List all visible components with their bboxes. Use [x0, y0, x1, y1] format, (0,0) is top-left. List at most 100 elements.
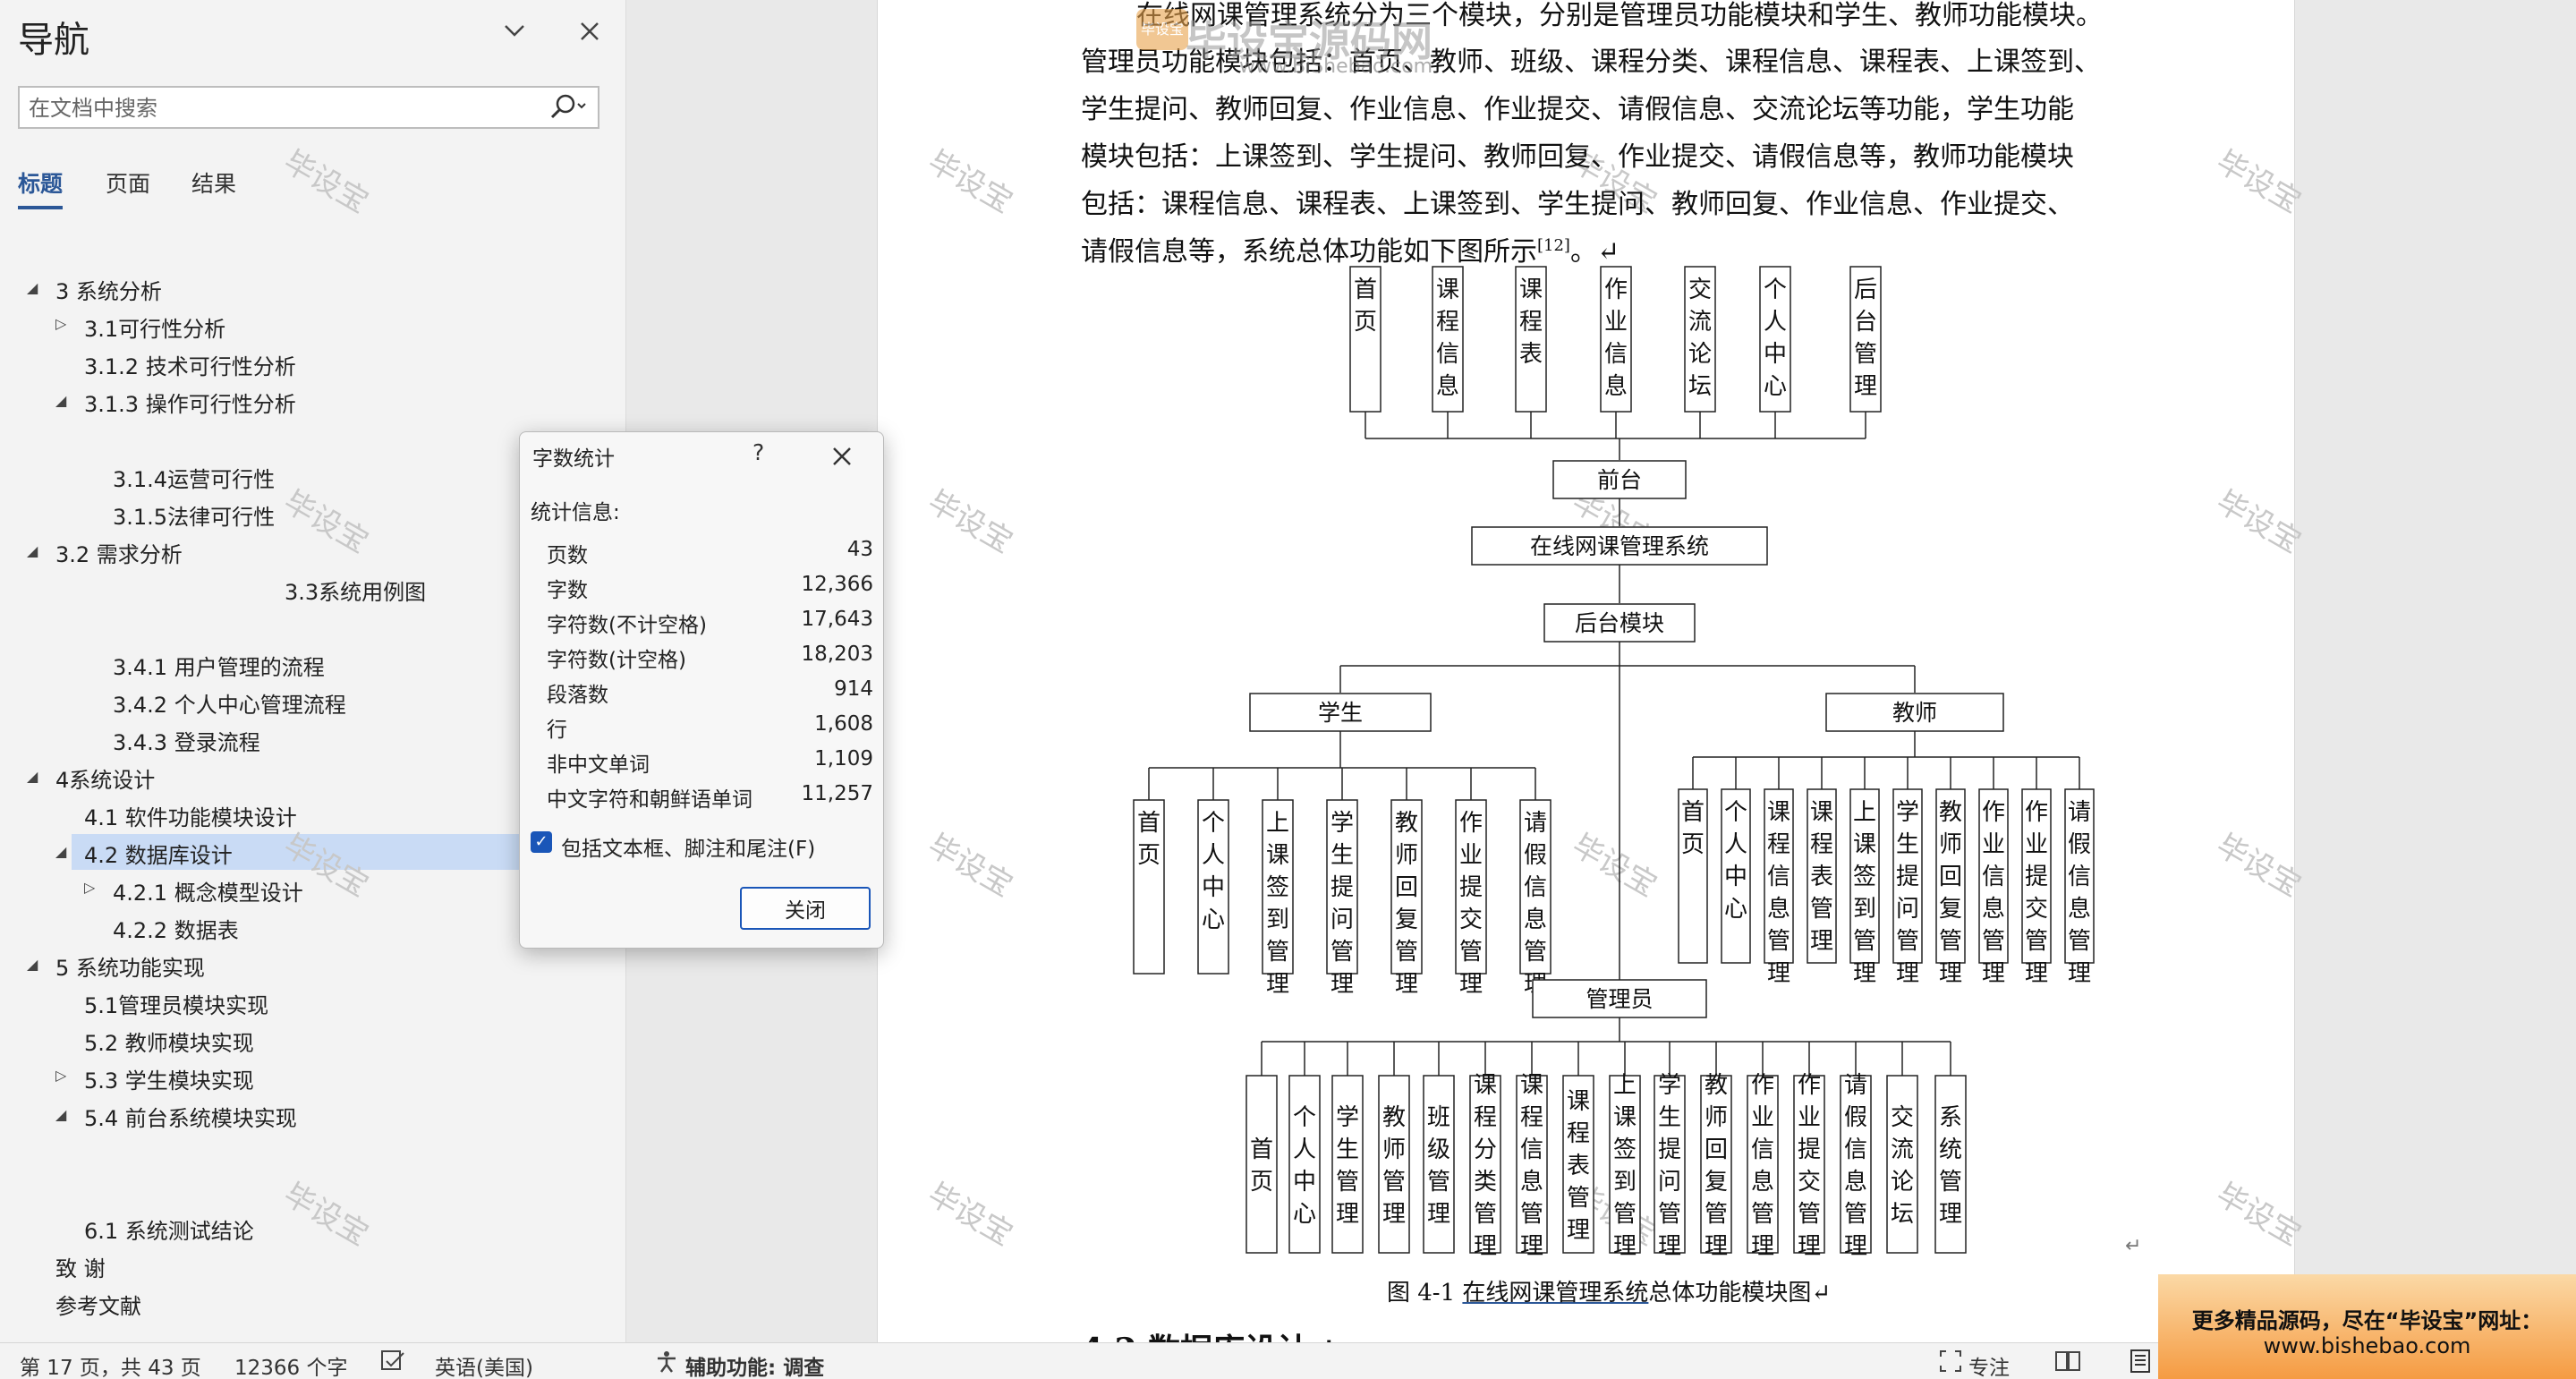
- svg-text:交: 交: [1459, 907, 1483, 933]
- top-module-box: 课程表: [1515, 266, 1547, 413]
- teacher-module-box: 教师回复管理: [1935, 788, 1966, 987]
- admin-module-box: 课程分类管理: [1469, 1072, 1501, 1260]
- accessibility-status[interactable]: 辅助功能: 调查: [685, 1350, 824, 1379]
- teacher-module-box: 学生提问管理: [1892, 788, 1923, 987]
- svg-text:复: 复: [1395, 907, 1418, 933]
- svg-text:心: 心: [1764, 373, 1787, 400]
- admin-module-box: 课程表管理: [1562, 1075, 1594, 1254]
- top-module-box: 作业信息: [1600, 266, 1632, 413]
- stat-value: 914: [834, 677, 873, 701]
- svg-text:论: 论: [1891, 1169, 1914, 1196]
- top-module-box: 首页: [1349, 266, 1382, 413]
- svg-text:教: 教: [1395, 810, 1418, 837]
- page-indicator[interactable]: 第 17 页，共 43 页: [20, 1350, 201, 1379]
- svg-text:息: 息: [1436, 373, 1459, 400]
- svg-text:程: 程: [1436, 309, 1459, 336]
- print-layout-icon[interactable]: [2128, 1349, 2153, 1379]
- svg-text:复: 复: [1705, 1169, 1728, 1196]
- svg-text:个: 个: [1724, 799, 1747, 826]
- promo-banner[interactable]: 更多精品源码，尽在“毕设宝”网址： www.bishebao.com: [2158, 1274, 2576, 1379]
- svg-text:管: 管: [1844, 1201, 1867, 1228]
- svg-text:个: 个: [1764, 277, 1787, 303]
- svg-text:理: 理: [1853, 960, 1876, 987]
- svg-text:业: 业: [1798, 1104, 1821, 1131]
- admin-module-box: 作业提交管理: [1793, 1072, 1825, 1260]
- help-button[interactable]: ?: [752, 439, 764, 465]
- svg-text:理: 理: [1705, 1233, 1728, 1260]
- stat-row: 中文字符和朝鲜语单词 11,257: [547, 782, 873, 814]
- svg-text:表: 表: [1567, 1153, 1590, 1179]
- admin-module-box: 作业信息管理: [1747, 1072, 1779, 1260]
- admin-node: 管理员: [1532, 979, 1707, 1018]
- svg-text:程: 程: [1474, 1104, 1497, 1131]
- svg-text:后台模块: 后台模块: [1575, 610, 1664, 636]
- stat-label: 非中文单词: [547, 753, 650, 777]
- stat-label: 中文字符和朝鲜语单词: [547, 788, 752, 812]
- student-module-box: 个人中心: [1197, 799, 1229, 975]
- svg-text:理: 理: [1854, 373, 1877, 400]
- svg-text:学: 学: [1336, 1104, 1359, 1131]
- include-footnotes-label[interactable]: 包括文本框、脚注和尾注(F): [561, 831, 815, 862]
- heading-item[interactable]: 参考文献: [55, 1289, 141, 1320]
- svg-text:提: 提: [1459, 874, 1483, 901]
- svg-text:管: 管: [1524, 939, 1547, 966]
- svg-text:管: 管: [1853, 928, 1876, 955]
- admin-module-box: 班级管理: [1423, 1075, 1455, 1254]
- svg-text:课: 课: [1436, 277, 1459, 303]
- svg-text:管: 管: [2068, 928, 2091, 955]
- stat-row: 非中文单词 1,109: [547, 747, 873, 779]
- svg-text:教: 教: [1705, 1072, 1728, 1099]
- admin-module-box: 交流论坛: [1886, 1075, 1918, 1254]
- svg-text:信: 信: [2068, 864, 2091, 890]
- proofing-icon[interactable]: [379, 1349, 406, 1379]
- svg-text:作: 作: [1604, 277, 1628, 303]
- word-count-indicator[interactable]: 12366 个字: [234, 1350, 347, 1379]
- svg-text:首: 首: [1681, 799, 1705, 826]
- focus-icon[interactable]: [1938, 1349, 1963, 1379]
- language-indicator[interactable]: 英语(美国): [435, 1350, 533, 1379]
- read-mode-icon[interactable]: [2054, 1349, 2081, 1379]
- promo-url[interactable]: www.bishebao.com: [2158, 1333, 2576, 1358]
- dialog-close-icon[interactable]: [829, 436, 855, 477]
- accessibility-icon[interactable]: [653, 1349, 680, 1379]
- student-module-box: 教师回复管理: [1390, 799, 1423, 998]
- svg-text:课: 课: [1767, 799, 1790, 826]
- svg-text:签: 签: [1266, 874, 1289, 901]
- svg-text:中: 中: [1724, 864, 1747, 890]
- svg-text:信: 信: [1524, 874, 1547, 901]
- root-system-node: 在线网课管理系统: [1471, 526, 1768, 566]
- svg-text:首: 首: [1250, 1136, 1273, 1163]
- focus-mode[interactable]: 专注: [1968, 1350, 2010, 1379]
- svg-text:在线网课管理系统: 在线网课管理系统: [1530, 533, 1709, 559]
- include-footnotes-checkbox[interactable]: ✓: [531, 831, 552, 853]
- svg-text:理: 理: [1896, 960, 1919, 987]
- svg-text:信: 信: [1751, 1136, 1774, 1163]
- svg-text:业: 业: [1604, 309, 1628, 336]
- svg-text:程: 程: [1810, 831, 1833, 858]
- caption-link[interactable]: 在线网课管理系统: [1462, 1280, 1648, 1307]
- teacher-module-box: 作业提交管理: [2021, 788, 2052, 987]
- stat-row: 字符数(不计空格) 17,643: [547, 608, 873, 640]
- svg-text:信: 信: [1604, 341, 1628, 368]
- svg-text:回: 回: [1395, 874, 1418, 901]
- svg-text:人: 人: [1724, 831, 1747, 858]
- word-count-dialog: 字数统计 ? 统计信息: 页数 43 字数 12,366 字符数(不计空格) 17,6…: [519, 431, 884, 949]
- svg-text:提: 提: [1331, 874, 1354, 901]
- figure-caption: 图 4-1 在线网课管理系统总体功能模块图↵: [1387, 1274, 1831, 1307]
- svg-text:课: 课: [1810, 799, 1833, 826]
- svg-text:首: 首: [1354, 277, 1377, 303]
- svg-text:管: 管: [1474, 1201, 1497, 1228]
- svg-text:理: 理: [1459, 971, 1483, 998]
- svg-text:理: 理: [1427, 1201, 1450, 1228]
- top-module-box: 后台管理: [1849, 266, 1882, 413]
- svg-text:理: 理: [1567, 1217, 1590, 1244]
- svg-text:管: 管: [1767, 928, 1790, 955]
- svg-text:理: 理: [1982, 960, 2005, 987]
- svg-text:到: 到: [1613, 1169, 1637, 1196]
- close-button[interactable]: 关闭: [740, 887, 871, 930]
- stat-row: 行 1,608: [547, 712, 873, 745]
- stat-row: 字数 12,366: [547, 573, 873, 605]
- svg-text:息: 息: [1751, 1169, 1774, 1196]
- svg-text:管: 管: [1520, 1201, 1543, 1228]
- stats-label: 统计信息:: [531, 501, 620, 524]
